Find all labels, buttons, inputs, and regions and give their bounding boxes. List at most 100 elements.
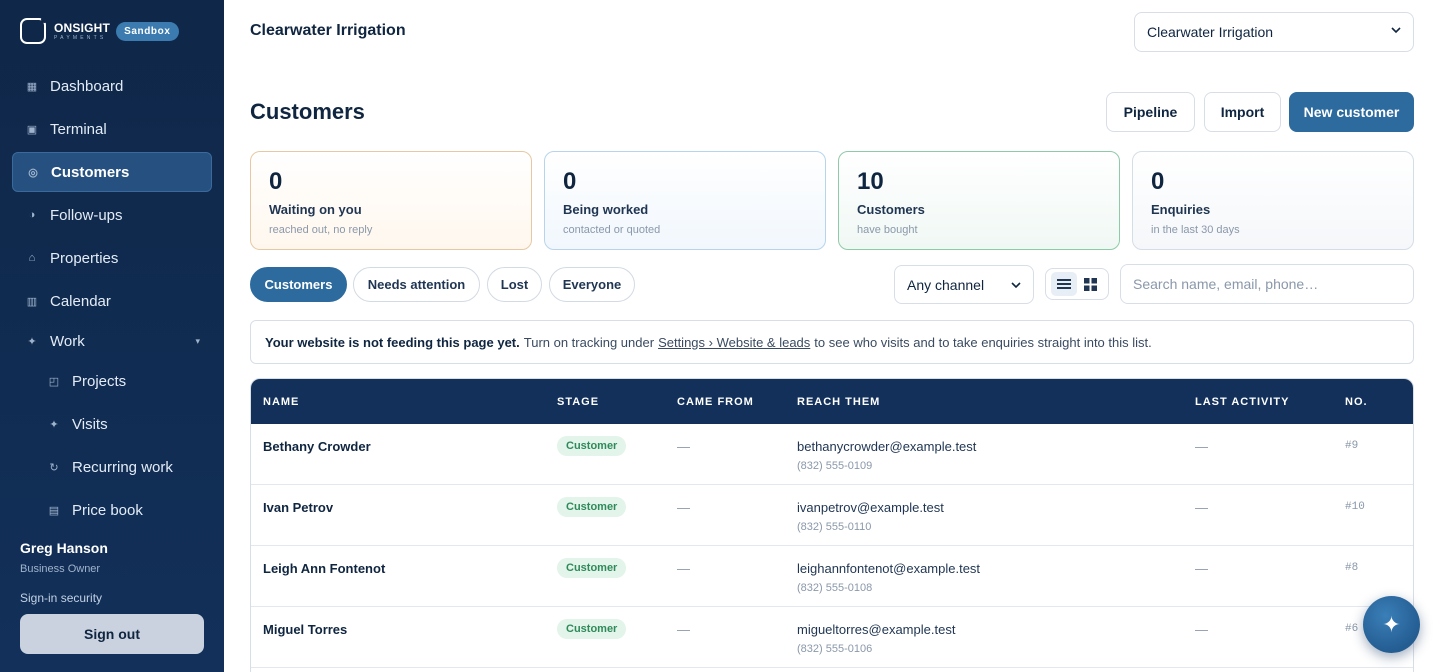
stat-card-waiting[interactable]: 0 Waiting on you reached out, no reply	[250, 151, 532, 250]
customer-phone: (832) 555-0106	[797, 643, 873, 655]
table-row[interactable]: Ivan Petrov Customer — ivanpetrov@exampl…	[251, 485, 1413, 546]
stage-badge: Customer	[557, 619, 627, 639]
came-from: —	[677, 561, 690, 576]
signin-security-link[interactable]: Sign-in security	[20, 591, 102, 605]
pricebook-icon: ▤	[48, 504, 60, 517]
came-from: —	[677, 439, 690, 454]
customer-name: Leigh Ann Fontenot	[263, 561, 386, 576]
sidebar: ONSIGHT PAYMENTS Sandbox ▦ Dashboard ▣ T…	[0, 0, 224, 672]
last-activity: —	[1195, 439, 1208, 454]
came-from: —	[677, 622, 690, 637]
filter-lost[interactable]: Lost	[487, 267, 542, 302]
nav-visits[interactable]: ✦ Visits	[34, 404, 212, 444]
pipeline-button[interactable]: Pipeline	[1106, 92, 1195, 132]
user-role: Business Owner	[20, 563, 101, 575]
nav-dashboard[interactable]: ▦ Dashboard	[12, 66, 212, 106]
org-select[interactable]: Clearwater Irrigation	[1134, 12, 1414, 52]
sparkle-icon: ✦	[1382, 611, 1401, 637]
filter-everyone[interactable]: Everyone	[549, 267, 635, 302]
stage-badge: Customer	[557, 558, 627, 578]
import-button[interactable]: Import	[1204, 92, 1281, 132]
customer-number: #8	[1345, 562, 1359, 574]
customer-number: #10	[1345, 501, 1365, 513]
customer-phone: (832) 555-0109	[797, 460, 873, 472]
projects-icon: ◰	[48, 375, 60, 388]
visits-icon: ✦	[49, 418, 59, 431]
search-input[interactable]	[1120, 264, 1414, 304]
new-customer-button[interactable]: New customer	[1289, 92, 1414, 132]
customer-email: ivanpetrov@example.test	[797, 500, 944, 515]
customer-email: migueltorres@example.test	[797, 622, 956, 637]
table-row[interactable]: Bethany Crowder Customer — bethanycrowde…	[251, 424, 1413, 485]
nav-recurring[interactable]: ↻ Recurring work	[34, 447, 212, 487]
brand-sub: PAYMENTS	[54, 34, 107, 41]
logo-icon	[20, 16, 48, 44]
header-name[interactable]: NAME	[263, 396, 299, 408]
settings-website-link[interactable]: Settings › Website & leads	[658, 335, 810, 350]
view-toggle	[1045, 268, 1109, 300]
followups-icon: ◑	[28, 209, 36, 221]
header-stage[interactable]: STAGE	[557, 396, 599, 408]
grid-icon	[1084, 277, 1097, 291]
table-row[interactable]: Miguel Torres Customer — migueltorres@ex…	[251, 607, 1413, 668]
stat-card-worked[interactable]: 0 Being worked contacted or quoted	[544, 151, 826, 250]
stat-card-customers[interactable]: 10 Customers have bought	[838, 151, 1120, 250]
work-icon: ✦	[27, 335, 37, 348]
header-came-from[interactable]: CAME FROM	[677, 396, 754, 408]
customer-name: Bethany Crowder	[263, 439, 371, 454]
assistant-button[interactable]: ✦	[1363, 596, 1420, 653]
customers-icon: ◎	[28, 166, 38, 179]
nav-calendar[interactable]: ▥ Calendar	[12, 281, 212, 321]
nav-terminal[interactable]: ▣ Terminal	[12, 109, 212, 149]
page-title: Customers	[250, 99, 365, 124]
org-title: Clearwater Irrigation	[250, 22, 406, 39]
last-activity: —	[1195, 500, 1208, 515]
customers-table: NAME STAGE CAME FROM REACH THEM LAST ACT…	[250, 378, 1414, 672]
last-activity: —	[1195, 561, 1208, 576]
brand-logo[interactable]: ONSIGHT PAYMENTS Sandbox	[20, 16, 179, 44]
nav-pricebook[interactable]: ▤ Price book	[34, 490, 212, 530]
list-icon	[1056, 279, 1071, 289]
sandbox-badge: Sandbox	[116, 21, 179, 41]
stage-badge: Customer	[557, 497, 627, 517]
sign-out-button[interactable]: Sign out	[20, 614, 204, 654]
channel-select[interactable]: Any channel	[894, 265, 1034, 304]
chevron-down-icon	[1011, 282, 1021, 289]
dashboard-icon: ▦	[26, 80, 38, 93]
nav-followups[interactable]: ◑ Follow-ups	[12, 195, 212, 235]
nav-projects[interactable]: ◰ Projects	[34, 361, 212, 401]
table-header: NAME STAGE CAME FROM REACH THEM LAST ACT…	[251, 379, 1413, 424]
customer-number: #9	[1345, 440, 1359, 452]
customer-email: leighannfontenot@example.test	[797, 561, 981, 576]
customer-phone: (832) 555-0110	[797, 521, 872, 533]
chevron-down-icon: ▾	[195, 335, 200, 346]
brand-name: ONSIGHT	[54, 20, 111, 35]
nav-customers[interactable]: ◎ Customers	[12, 152, 212, 192]
chevron-down-icon	[1391, 27, 1401, 34]
stat-card-enquiries[interactable]: 0 Enquiries in the last 30 days	[1132, 151, 1414, 250]
customer-name: Miguel Torres	[263, 622, 348, 637]
header-no[interactable]: NO.	[1345, 396, 1368, 408]
filter-customers[interactable]: Customers	[250, 267, 347, 302]
user-name: Greg Hanson	[20, 540, 108, 556]
filter-needs-attention[interactable]: Needs attention	[353, 267, 480, 302]
header-reach[interactable]: REACH THEM	[797, 396, 880, 408]
calendar-icon: ▥	[26, 295, 38, 308]
terminal-icon: ▣	[26, 123, 38, 136]
customer-number: #6	[1345, 623, 1359, 635]
came-from: —	[677, 500, 690, 515]
customer-email: bethanycrowder@example.test	[797, 439, 977, 454]
home-icon: ⌂	[28, 252, 36, 264]
list-view-button[interactable]	[1050, 272, 1077, 296]
table-row[interactable]: Leigh Ann Fontenot Customer — leighannfo…	[251, 546, 1413, 607]
website-notice: Your website is not feeding this page ye…	[250, 320, 1414, 364]
grid-view-button[interactable]	[1078, 272, 1104, 296]
recurring-icon: ↻	[49, 461, 59, 474]
customer-name: Ivan Petrov	[263, 500, 334, 515]
header-last-activity[interactable]: LAST ACTIVITY	[1195, 396, 1289, 408]
nav-work[interactable]: ✦ Work ▾	[12, 321, 212, 361]
last-activity: —	[1195, 622, 1208, 637]
nav-properties[interactable]: ⌂ Properties	[12, 238, 212, 278]
stage-badge: Customer	[557, 436, 627, 456]
customer-phone: (832) 555-0108	[797, 582, 873, 594]
